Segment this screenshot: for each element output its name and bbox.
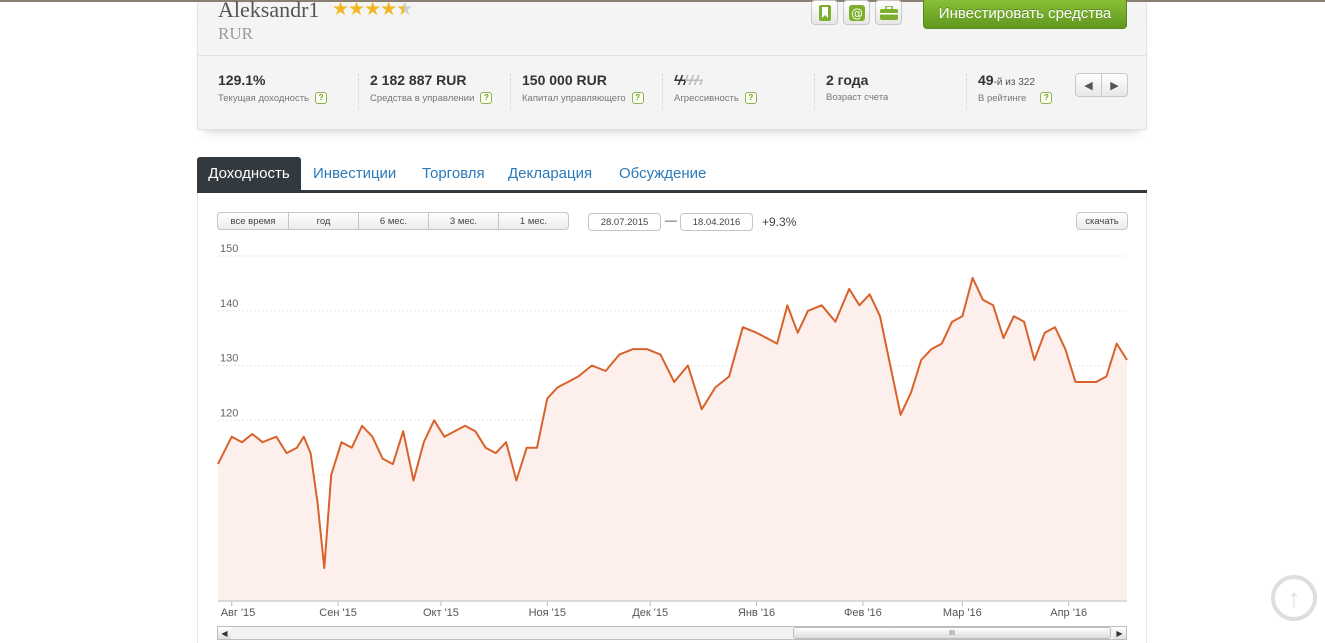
section-tabs: Доходность Инвестиции Торговля Деклараци…	[197, 157, 1147, 193]
stat-rating: 49-й из 322 В рейтинге?	[978, 72, 1053, 112]
stat-managed-funds: 2 182 887 RUR Средства в управлении?	[370, 72, 493, 112]
tab-returns[interactable]: Доходность	[197, 157, 301, 190]
x-tick-label: Апр '16	[1050, 607, 1087, 619]
stat-label: Текущая доходность	[218, 92, 310, 104]
x-tick-label: Мар '16	[943, 607, 982, 619]
stat-value: 2 года	[826, 72, 869, 88]
at-icon: @	[848, 4, 865, 21]
rating-nav: ◀ ▶	[1075, 73, 1128, 97]
scroll-thumb[interactable]: III	[793, 627, 1111, 639]
star-icon: ★	[380, 0, 397, 20]
stat-value: 49	[978, 72, 994, 88]
scroll-right-icon[interactable]: ▶	[1113, 627, 1126, 639]
svg-text:@: @	[851, 6, 863, 20]
scroll-to-top-icon[interactable]: ↑	[1271, 575, 1317, 621]
stat-divider	[510, 74, 511, 110]
account-currency: RUR	[218, 24, 253, 43]
tab-discussion[interactable]: Обсуждение	[619, 157, 706, 190]
x-tick-label: Ноя '15	[529, 607, 566, 619]
y-tick-label: 130	[220, 353, 238, 365]
aggressiveness-meter: ϟϟϟϟϟ	[674, 72, 757, 88]
scroll-left-icon[interactable]: ◀	[218, 627, 231, 639]
stat-divider	[966, 74, 967, 110]
help-icon[interactable]: ?	[315, 92, 328, 104]
stat-label: Средства в управлении	[370, 92, 475, 104]
bookmark-icon	[818, 4, 831, 21]
stat-label: Возраст счета	[826, 92, 889, 103]
half-star-icon: ★	[396, 0, 413, 20]
stat-value: 150 000 RUR	[522, 72, 607, 88]
y-tick-label: 150	[220, 243, 238, 255]
rating-stars: ★★★★★	[332, 0, 413, 21]
tab-investments[interactable]: Инвестиции	[313, 157, 396, 190]
series-area	[218, 277, 1127, 601]
stat-divider	[358, 74, 359, 110]
star-icon: ★	[364, 0, 381, 20]
x-tick-label: Фев '16	[844, 607, 882, 619]
stat-label: В рейтинге	[978, 92, 1027, 104]
returns-chart: 15014013012011010090Авг '15Сен '15Окт '1…	[217, 243, 1128, 619]
help-icon[interactable]: ?	[631, 92, 644, 104]
help-icon[interactable]: ?	[1040, 92, 1053, 104]
stat-value: 2 182 887 RUR	[370, 72, 467, 88]
prev-arrow-icon[interactable]: ◀	[1076, 74, 1101, 96]
returns-chart-panel: все время год 6 мес. 3 мес. 1 мес. 28.07…	[197, 193, 1147, 643]
star-icon: ★	[332, 0, 349, 20]
y-tick-label: 140	[220, 298, 238, 310]
email-button[interactable]: @	[843, 0, 870, 25]
stat-current-return: 129.1% Текущая доходность?	[218, 72, 328, 112]
stat-manager-capital: 150 000 RUR Капитал управляющего?	[522, 72, 644, 112]
divider	[198, 55, 1146, 56]
manager-header-panel: Aleksandr1 ★★★★★ RUR @ Инвестировать сре…	[197, 0, 1147, 130]
help-icon[interactable]: ?	[744, 92, 757, 104]
star-icon: ★	[348, 0, 365, 20]
invest-button[interactable]: Инвестировать средства	[923, 0, 1127, 29]
lightning-icon: ϟ	[695, 72, 704, 88]
x-tick-label: Окт '15	[423, 607, 459, 619]
portfolio-button[interactable]	[875, 0, 902, 25]
briefcase-icon	[879, 5, 898, 20]
stat-label: Агрессивность	[674, 92, 739, 104]
x-tick-label: Янв '16	[738, 607, 775, 619]
help-icon[interactable]: ?	[480, 92, 493, 104]
next-arrow-icon[interactable]: ▶	[1101, 74, 1127, 96]
tab-trading[interactable]: Торговля	[422, 157, 485, 190]
manager-name[interactable]: Aleksandr1	[218, 0, 319, 23]
stat-value-suffix: -й из 322	[993, 77, 1035, 88]
x-tick-label: Дек '15	[632, 607, 668, 619]
chart-scrollbar[interactable]: ◀ III ▶	[217, 626, 1127, 640]
x-tick-label: Авг '15	[221, 607, 256, 619]
bookmark-button[interactable]	[811, 0, 838, 25]
x-tick-label: Сен '15	[319, 607, 357, 619]
stat-account-age: 2 года Возраст счета	[826, 72, 888, 112]
stat-aggressiveness: ϟϟϟϟϟ Агрессивность?	[674, 72, 757, 112]
stat-divider	[662, 74, 663, 110]
stat-divider	[814, 74, 815, 110]
y-tick-label: 120	[220, 407, 238, 419]
stat-label: Капитал управляющего	[522, 92, 626, 104]
stat-value: 129.1%	[218, 72, 266, 88]
tab-declaration[interactable]: Декларация	[508, 157, 592, 190]
